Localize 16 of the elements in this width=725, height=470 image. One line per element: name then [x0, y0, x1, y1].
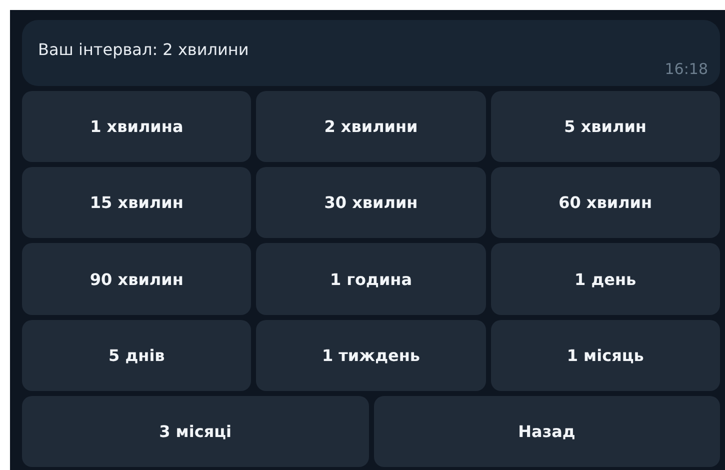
- keyboard-button[interactable]: 90 хвилин: [22, 243, 252, 315]
- keyboard-button[interactable]: 30 хвилин: [256, 167, 486, 238]
- message-text: Ваш інтервал: 2 хвилини: [38, 40, 249, 61]
- keyboard-button[interactable]: Назад: [374, 396, 720, 468]
- keyboard-button[interactable]: 1 година: [256, 243, 486, 315]
- keyboard-button[interactable]: 1 тиждень: [256, 320, 486, 391]
- message-time: 16:18: [664, 60, 708, 78]
- keyboard-button[interactable]: 1 день: [490, 243, 720, 315]
- keyboard-button[interactable]: 5 хвилин: [490, 91, 720, 162]
- keyboard-button[interactable]: 3 місяці: [22, 396, 368, 468]
- keyboard-button[interactable]: 1 хвилина: [22, 91, 252, 162]
- keyboard-button[interactable]: 2 хвилини: [256, 91, 486, 162]
- keyboard-button[interactable]: 15 хвилин: [22, 167, 252, 238]
- keyboard-button[interactable]: 1 місяць: [490, 320, 720, 391]
- keyboard-button[interactable]: 5 днів: [22, 320, 252, 391]
- keyboard-button[interactable]: 60 хвилин: [490, 167, 720, 238]
